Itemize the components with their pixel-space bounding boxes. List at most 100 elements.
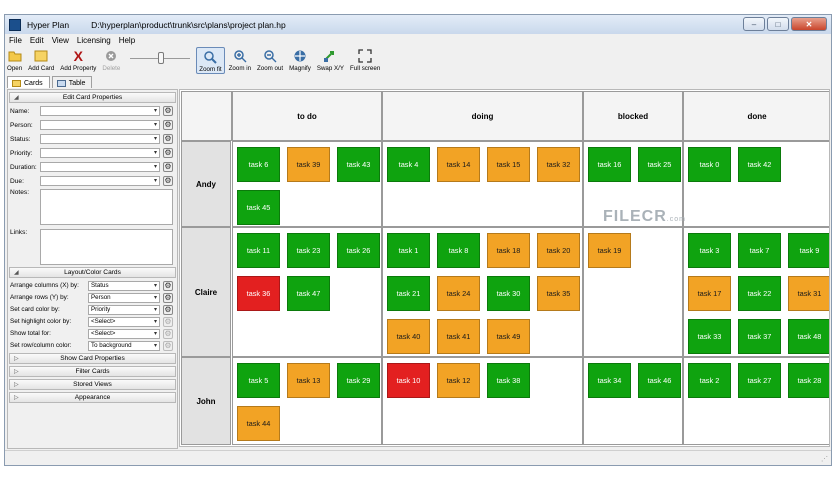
gear-icon[interactable]: ⚙ xyxy=(163,120,173,130)
task-card[interactable]: task 31 xyxy=(788,276,829,311)
collapsed-section-header[interactable]: ▷ Filter Cards xyxy=(9,366,176,377)
gear-icon[interactable]: ⚙ xyxy=(163,106,173,116)
layout-select[interactable]: To background ▾ xyxy=(88,340,160,351)
full-screen-button[interactable]: Full screen xyxy=(348,47,382,72)
gear-icon[interactable]: ⚙ xyxy=(163,340,173,351)
task-card[interactable]: task 27 xyxy=(738,363,781,398)
field-combo[interactable]: ▾ xyxy=(40,162,160,172)
task-card[interactable]: task 45 xyxy=(237,190,280,225)
gear-icon[interactable]: ⚙ xyxy=(163,176,173,186)
row-header-andy[interactable]: Andy xyxy=(181,141,231,227)
collapsed-section-header[interactable]: ▷ Stored Views xyxy=(9,379,176,390)
task-card[interactable]: task 4 xyxy=(387,147,430,182)
task-card[interactable]: task 37 xyxy=(738,319,781,354)
gear-icon[interactable]: ⚙ xyxy=(163,134,173,144)
task-card[interactable]: task 43 xyxy=(337,147,380,182)
tab-table[interactable]: Table xyxy=(51,76,93,88)
task-card[interactable]: task 29 xyxy=(337,363,380,398)
task-card[interactable]: task 6 xyxy=(237,147,280,182)
task-card[interactable]: task 13 xyxy=(287,363,330,398)
task-card[interactable]: task 42 xyxy=(738,147,781,182)
column-header-to-do[interactable]: to do xyxy=(232,91,382,141)
zoom-fit-button[interactable]: Zoom fit xyxy=(196,47,225,74)
slider-thumb[interactable] xyxy=(158,52,165,64)
task-card[interactable]: task 41 xyxy=(437,319,480,354)
task-card[interactable]: task 44 xyxy=(237,406,280,441)
minimize-button[interactable]: – xyxy=(743,17,765,31)
layout-select[interactable]: <Select> ▾ xyxy=(88,328,160,339)
layout-select[interactable]: Status ▾ xyxy=(88,280,160,291)
task-card[interactable]: task 14 xyxy=(437,147,480,182)
task-card[interactable]: task 34 xyxy=(588,363,631,398)
task-card[interactable]: task 33 xyxy=(688,319,731,354)
swap-xy-button[interactable]: Swap X/Y xyxy=(315,47,346,72)
add-property-button[interactable]: X Add Property xyxy=(58,47,98,72)
task-card[interactable]: task 18 xyxy=(487,233,530,268)
column-header-doing[interactable]: doing xyxy=(382,91,583,141)
task-card[interactable]: task 32 xyxy=(537,147,580,182)
links-textarea[interactable] xyxy=(40,229,173,265)
task-card[interactable]: task 36 xyxy=(237,276,280,311)
field-combo[interactable]: ▾ xyxy=(40,148,160,158)
tab-cards[interactable]: Cards xyxy=(7,76,50,88)
field-combo[interactable]: ▾ xyxy=(40,134,160,144)
column-header-done[interactable]: done xyxy=(683,91,829,141)
field-combo[interactable]: ▾ xyxy=(40,176,160,186)
resize-grip-icon[interactable]: ⋰ xyxy=(821,455,828,463)
zoom-in-button[interactable]: Zoom in xyxy=(227,47,253,72)
task-card[interactable]: task 46 xyxy=(638,363,681,398)
field-combo[interactable]: ▾ xyxy=(40,106,160,116)
task-card[interactable]: task 19 xyxy=(588,233,631,268)
task-card[interactable]: task 8 xyxy=(437,233,480,268)
edit-card-properties-header[interactable]: ◢ Edit Card Properties xyxy=(9,92,176,103)
gear-icon[interactable]: ⚙ xyxy=(163,162,173,172)
task-card[interactable]: task 38 xyxy=(487,363,530,398)
gear-icon[interactable]: ⚙ xyxy=(163,148,173,158)
row-header-john[interactable]: John xyxy=(181,357,231,445)
gear-icon[interactable]: ⚙ xyxy=(163,292,173,303)
open-button[interactable]: Open xyxy=(5,47,24,72)
menu-file[interactable]: File xyxy=(9,36,22,45)
task-card[interactable]: task 48 xyxy=(788,319,829,354)
magnify-button[interactable]: Magnify xyxy=(287,47,313,72)
layout-color-cards-header[interactable]: ◢ Layout/Color Cards xyxy=(9,267,176,278)
task-card[interactable]: task 20 xyxy=(537,233,580,268)
task-card[interactable]: task 28 xyxy=(788,363,829,398)
task-card[interactable]: task 0 xyxy=(688,147,731,182)
task-card[interactable]: task 47 xyxy=(287,276,330,311)
task-card[interactable]: task 23 xyxy=(287,233,330,268)
task-card[interactable]: task 49 xyxy=(487,319,530,354)
task-card[interactable]: task 12 xyxy=(437,363,480,398)
task-card[interactable]: task 17 xyxy=(688,276,731,311)
menu-view[interactable]: View xyxy=(52,36,69,45)
task-card[interactable]: task 5 xyxy=(237,363,280,398)
task-card[interactable]: task 10 xyxy=(387,363,430,398)
task-card[interactable]: task 11 xyxy=(237,233,280,268)
task-card[interactable]: task 30 xyxy=(487,276,530,311)
task-card[interactable]: task 1 xyxy=(387,233,430,268)
task-card[interactable]: task 15 xyxy=(487,147,530,182)
close-button[interactable]: ✕ xyxy=(791,17,827,31)
field-combo[interactable]: ▾ xyxy=(40,120,160,130)
task-card[interactable]: task 26 xyxy=(337,233,380,268)
row-header-claire[interactable]: Claire xyxy=(181,227,231,357)
task-card[interactable]: task 35 xyxy=(537,276,580,311)
task-card[interactable]: task 2 xyxy=(688,363,731,398)
layout-select[interactable]: Person ▾ xyxy=(88,292,160,303)
layout-select[interactable]: <Select> ▾ xyxy=(88,316,160,327)
collapsed-section-header[interactable]: ▷ Appearance xyxy=(9,392,176,403)
notes-textarea[interactable] xyxy=(40,189,173,225)
task-card[interactable]: task 16 xyxy=(588,147,631,182)
maximize-button[interactable]: □ xyxy=(767,17,789,31)
task-card[interactable]: task 25 xyxy=(638,147,681,182)
menu-help[interactable]: Help xyxy=(119,36,135,45)
task-card[interactable]: task 7 xyxy=(738,233,781,268)
gear-icon[interactable]: ⚙ xyxy=(163,328,173,339)
task-card[interactable]: task 3 xyxy=(688,233,731,268)
zoom-slider[interactable] xyxy=(130,47,191,69)
column-header-blocked[interactable]: blocked xyxy=(583,91,683,141)
task-card[interactable]: task 22 xyxy=(738,276,781,311)
menu-edit[interactable]: Edit xyxy=(30,36,44,45)
zoom-out-button[interactable]: Zoom out xyxy=(255,47,285,72)
gear-icon[interactable]: ⚙ xyxy=(163,304,173,315)
